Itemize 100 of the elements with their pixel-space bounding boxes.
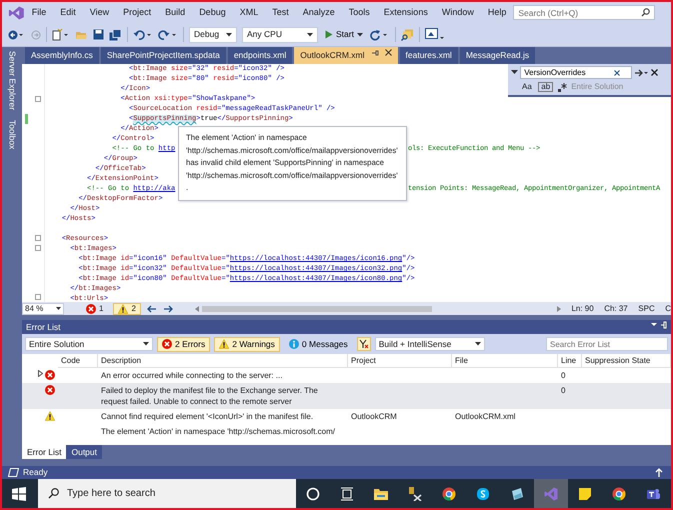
menu-item[interactable]: Window [434,6,481,20]
filter-icon[interactable] [356,337,371,351]
warning-count[interactable]: 2 [113,302,141,314]
panel-tab[interactable]: Error List [22,445,66,459]
menu-item[interactable]: Edit [53,6,83,20]
menu-item[interactable]: File [24,6,54,20]
tools-icon[interactable] [408,486,422,500]
search-icon [48,488,59,499]
filter-toggle[interactable]: 2 Errors [157,336,210,352]
folder-icon[interactable] [374,486,388,500]
table-cell: The element 'Action' in namespace 'http://schemas.microsoft.com/ [101,427,336,436]
fold-toggle[interactable] [35,244,41,251]
scope-dropdown[interactable]: Entire Solution [25,337,153,351]
source-dropdown[interactable]: Build + IntelliSense [374,337,485,351]
line-indicator: Ln: 90 [571,302,594,314]
find-next-icon[interactable] [634,68,648,76]
document-tab[interactable]: OutlookCRM.xml [294,47,398,64]
document-tab[interactable]: features.xml [400,47,458,64]
save-all-icon[interactable] [109,28,122,40]
side-tab[interactable]: Server Explorer [6,51,18,110]
menu-item[interactable]: View [82,6,116,20]
configuration-dropdown[interactable]: Debug [189,26,237,42]
photos-icon[interactable] [510,486,524,500]
document-tab[interactable]: MessageRead.js [460,47,536,64]
next-icon[interactable] [162,304,173,312]
menu-item[interactable]: Help [480,6,514,20]
previous-icon[interactable] [146,304,157,312]
document-tab[interactable]: AssemblyInfo.cs [25,47,99,64]
error-row[interactable]: Cannot find required element '<IconUrl>' in the manifest file. OutlookCRM OutlookCRM.xml [22,409,671,424]
column-header[interactable]: Suppression State [582,354,671,368]
back-icon[interactable] [8,28,26,40]
app-logo-icon [8,4,25,20]
scroll-right-icon[interactable] [556,306,561,312]
column-header[interactable]: Project [348,354,452,368]
new-item-icon[interactable] [52,28,70,40]
error-icon [45,385,55,395]
search-field[interactable]: Search Error List [546,337,668,351]
error-row[interactable]: Failed to deploy the manifest file to the Exchange server. The request failed. Unable to connect to the remote server 0 [22,383,671,409]
document-tab[interactable]: endpoints.xml [228,47,292,64]
fold-toggle[interactable] [35,294,41,300]
circle-icon[interactable] [306,486,320,500]
pin-icon[interactable] [651,321,667,329]
teams-icon[interactable] [646,486,660,500]
menu-item[interactable]: Tools [342,6,377,20]
redo-icon[interactable] [158,28,178,40]
table-cell: An error occurred while connecting to the server: ... [101,371,282,380]
taskbar-search-field[interactable]: Type here to search [38,479,296,508]
window-icon[interactable] [424,28,445,41]
column-header[interactable]: Description [98,354,348,368]
error-row[interactable]: An error occurred while connecting to the server: ... 0 [22,368,671,383]
menu-item[interactable]: XML [232,6,266,20]
option-toggle[interactable]: Aa [520,81,534,94]
fold-toggle[interactable] [35,234,41,241]
expand-icon[interactable] [511,70,518,75]
close-icon[interactable] [650,69,658,76]
menu-item[interactable]: Analyze [296,6,342,20]
table-cell: OutlookCRM.xml [455,412,516,421]
scroll-left-icon[interactable] [194,306,199,312]
menu-item[interactable]: Extensions [376,6,435,20]
expand-arrow-icon[interactable] [38,370,43,377]
fold-toggle[interactable] [35,96,41,102]
caret-icon [143,342,149,346]
refresh-icon[interactable] [370,28,390,40]
option-toggle[interactable]: ab [538,82,554,92]
error-count[interactable]: 1 [82,302,108,314]
task-view-icon[interactable] [340,486,354,500]
info-icon [288,339,299,349]
zoom-dropdown[interactable]: 84 % [22,302,64,314]
table-cell: 0 [561,371,566,380]
search-field[interactable]: Search (Ctrl+Q) [513,5,655,20]
side-tab[interactable]: Toolbox [6,120,18,150]
panel-tab[interactable]: Output [66,445,102,459]
status-text: Ready [23,466,48,479]
scrollbar-thumb[interactable] [202,306,432,312]
browser-icon[interactable] [612,486,626,500]
menu-item[interactable]: Test [265,6,296,20]
regex-icon[interactable] [558,82,567,92]
menu-item[interactable]: Build [158,6,192,20]
platform-dropdown[interactable]: Any CPU [242,26,318,42]
menu-item[interactable]: Project [116,6,158,20]
filter-toggle[interactable]: 2 Warnings [214,336,280,352]
warning-icon [118,304,128,314]
browser-icon[interactable] [442,486,456,500]
filter-toggle[interactable]: 0 Messages [284,336,353,352]
note-icon[interactable] [578,486,592,500]
table-cell: 0 [561,386,566,395]
menu-item[interactable]: Debug [192,6,233,20]
chat-icon[interactable] [476,486,490,500]
start-icon[interactable] [12,486,26,500]
start-button[interactable]: Start [323,28,365,41]
column-header[interactable]: Code [58,354,98,368]
column-header[interactable]: Line [558,354,582,368]
document-tab[interactable]: SharePointProjectItem.spdata [100,47,226,64]
find-files-icon[interactable] [400,28,414,40]
caret-icon [56,307,61,310]
find-field[interactable]: VersionOverrides [520,66,632,79]
error-row[interactable]: The element 'Action' in namespace 'http://schemas.microsoft.com/ [22,424,671,439]
save-icon[interactable] [93,29,104,40]
undo-icon[interactable] [133,28,153,40]
column-header[interactable]: File [452,354,558,368]
